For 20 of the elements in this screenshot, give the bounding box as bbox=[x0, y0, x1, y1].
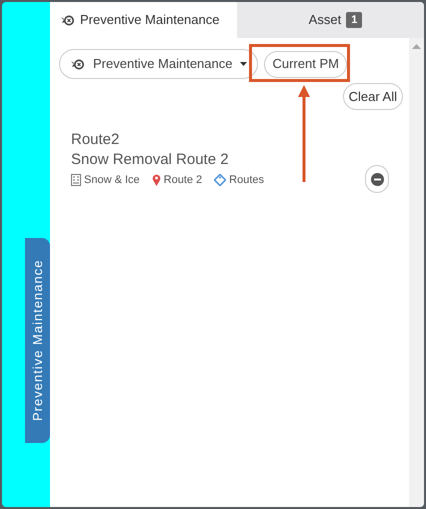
item-subtitle: Snow Removal Route 2 bbox=[71, 150, 230, 170]
filter-dropdown[interactable]: Preventive Maintenance bbox=[59, 49, 258, 79]
tag-label: Route 2 bbox=[164, 173, 202, 188]
current-pm-button[interactable]: Current PM bbox=[264, 50, 347, 78]
tag-label: Snow & Ice bbox=[84, 173, 140, 188]
count-badge: 1 bbox=[346, 12, 362, 28]
wrench-wheel-icon bbox=[70, 58, 85, 70]
clear-all-button[interactable]: Clear All bbox=[342, 83, 403, 110]
minus-circle-icon bbox=[370, 172, 384, 186]
tag-label: Routes bbox=[229, 173, 264, 188]
tab[interactable]: Asset 1 bbox=[237, 2, 424, 38]
remove-button[interactable] bbox=[365, 165, 389, 193]
item-title: Route2 bbox=[71, 130, 120, 150]
caret-icon bbox=[240, 62, 248, 66]
tag-icon bbox=[214, 174, 226, 186]
scrollbar[interactable] bbox=[409, 38, 424, 507]
building-icon bbox=[71, 174, 81, 186]
scroll-up-icon[interactable] bbox=[412, 44, 421, 49]
map-pin-icon bbox=[152, 174, 161, 186]
side-tab[interactable]: Preventive Maintenance bbox=[25, 238, 50, 443]
